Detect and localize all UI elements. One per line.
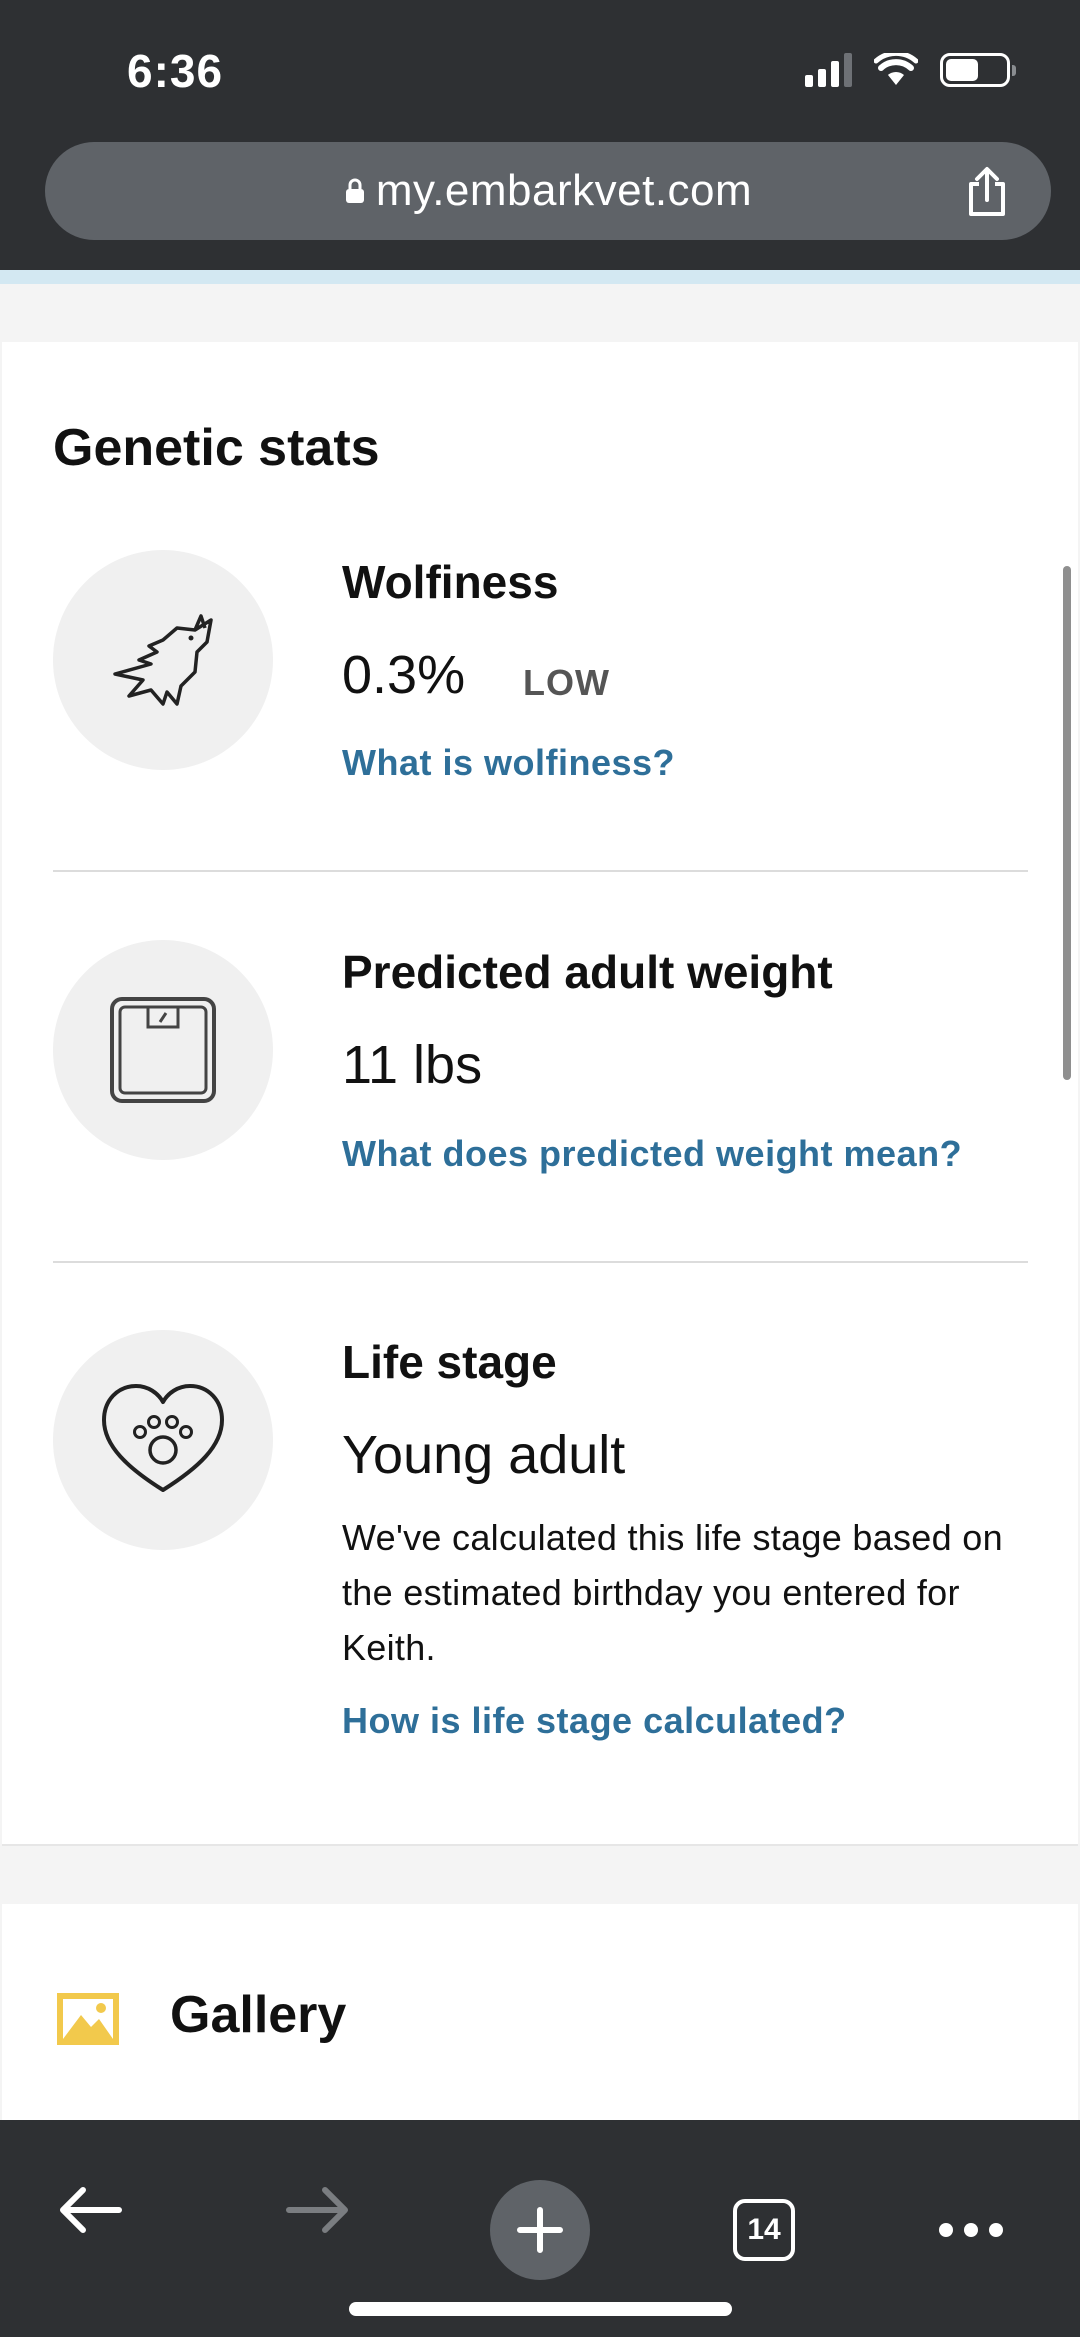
address-bar[interactable]: my.embarkvet.com	[45, 142, 1051, 240]
life-stage-info-link[interactable]: How is life stage calculated?	[342, 1700, 847, 1742]
forward-button[interactable]	[278, 2180, 358, 2240]
scrollbar-thumb[interactable]	[1063, 566, 1071, 1080]
more-icon	[939, 2223, 1003, 2237]
stat-divider	[53, 1261, 1028, 1263]
heart-paw-icon	[53, 1330, 273, 1550]
wifi-icon	[874, 53, 918, 85]
battery-level	[946, 59, 978, 81]
weight-info-link[interactable]: What does predicted weight mean?	[342, 1133, 962, 1175]
scale-icon	[53, 940, 273, 1160]
section-title: Genetic stats	[53, 419, 380, 477]
share-icon[interactable]	[959, 164, 1015, 220]
image-icon	[57, 1993, 119, 2045]
wolfiness-value: 0.3%	[342, 645, 466, 705]
forward-arrow-icon	[286, 2187, 348, 2233]
life-stage-description: We've calculated this life stage based o…	[342, 1517, 1003, 1668]
new-tab-button[interactable]	[490, 2180, 590, 2280]
wolfiness-badge: LOW	[523, 662, 610, 703]
wolf-icon	[53, 550, 273, 770]
tab-count: 14	[733, 2199, 795, 2261]
life-stage-title: Life stage	[342, 1336, 557, 1388]
lock-icon	[345, 178, 364, 203]
gallery-title: Gallery	[170, 1986, 347, 2044]
status-icons	[805, 50, 1016, 90]
tabs-button[interactable]: 14	[733, 2199, 795, 2261]
browser-top-chrome: 6:36 my.embarkvet.com	[0, 0, 1080, 270]
battery-icon	[940, 53, 1016, 87]
page-top-strip	[0, 270, 1080, 284]
home-indicator[interactable]	[349, 2302, 732, 2316]
back-button[interactable]	[50, 2180, 130, 2240]
stat-divider	[53, 870, 1028, 872]
weight-value: 11 lbs	[342, 1035, 483, 1095]
plus-icon	[517, 2207, 563, 2253]
browser-toolbar: 14	[0, 2120, 1080, 2337]
gallery-card	[2, 1904, 1078, 2120]
status-time: 6:36	[127, 45, 224, 97]
cellular-signal-icon	[805, 53, 852, 87]
wolfiness-title: Wolfiness	[342, 556, 559, 608]
more-button[interactable]	[936, 2200, 1006, 2260]
weight-title: Predicted adult weight	[342, 946, 833, 998]
back-arrow-icon	[60, 2187, 122, 2233]
wolfiness-info-link[interactable]: What is wolfiness?	[342, 742, 675, 784]
url-text: my.embarkvet.com	[375, 166, 753, 215]
life-stage-value: Young adult	[342, 1425, 626, 1485]
